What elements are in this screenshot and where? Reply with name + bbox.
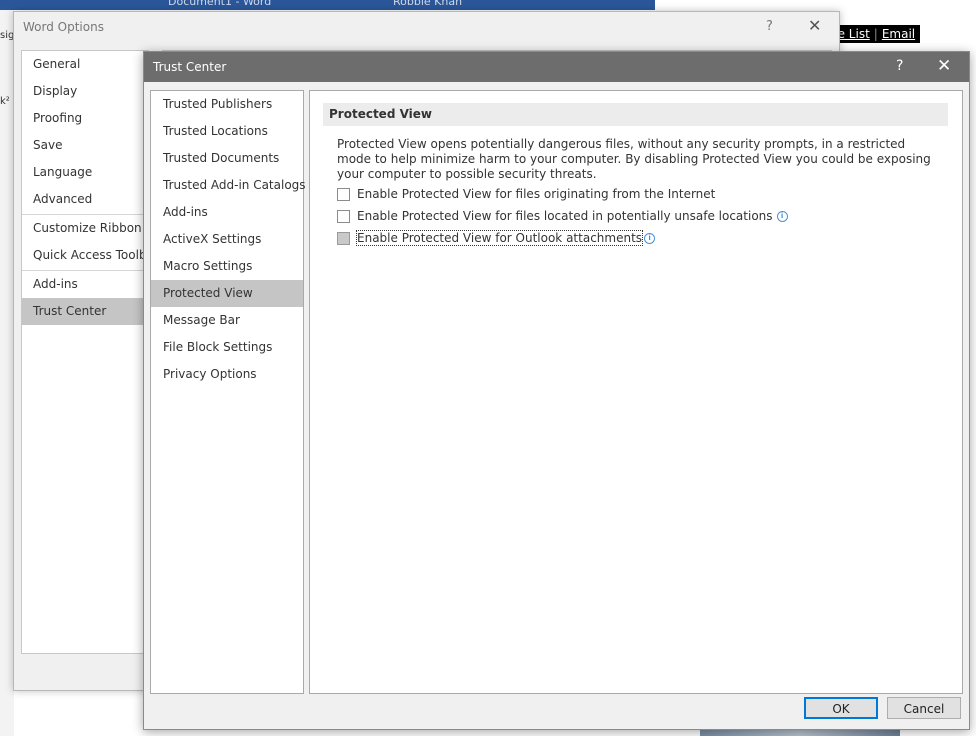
nav-item-quick-access-toolbar[interactable]: Quick Access Toolbar [22, 242, 148, 269]
outlook-attachments-checkbox[interactable] [337, 231, 350, 245]
nav-item-privacy-options[interactable]: Privacy Options [151, 361, 303, 388]
nav-item-trusted-locations[interactable]: Trusted Locations [151, 118, 303, 145]
ribbon-strip: sig k² [0, 10, 14, 736]
protected-view-panel: Protected View Protected View opens pote… [309, 90, 963, 694]
nav-item-save[interactable]: Save [22, 132, 148, 159]
dialog-title: Word Options [23, 20, 104, 34]
nav-item-trusted-documents[interactable]: Trusted Documents [151, 145, 303, 172]
nav-item-trusted-publishers[interactable]: Trusted Publishers [151, 91, 303, 118]
nav-item-add-ins[interactable]: Add-ins [151, 199, 303, 226]
unsafe-locations-checkbox[interactable] [337, 209, 350, 223]
user-name: Robbie Khan [393, 0, 463, 8]
option-unsafe-locations[interactable]: Enable Protected View for files located … [337, 208, 788, 224]
help-icon[interactable]: ? [766, 19, 773, 34]
nav-item-add-ins[interactable]: Add-ins [22, 271, 148, 298]
ok-button[interactable]: OK [804, 697, 878, 719]
trust-center-nav: Trusted Publishers Trusted Locations Tru… [150, 90, 306, 694]
option-label[interactable]: Enable Protected View for Outlook attach… [355, 230, 644, 246]
nav-item-customize-ribbon[interactable]: Customize Ribbon [22, 215, 148, 242]
cancel-button[interactable]: Cancel [887, 697, 961, 719]
dialog-title: Trust Center [153, 60, 227, 74]
option-label[interactable]: Enable Protected View for files located … [357, 209, 773, 223]
nav-item-display[interactable]: Display [22, 78, 148, 105]
section-description: Protected View opens potentially dangero… [337, 137, 931, 181]
help-icon[interactable]: ? [896, 58, 903, 74]
internet-files-checkbox[interactable] [337, 187, 350, 201]
section-title: Protected View [323, 103, 948, 126]
nav-item-proofing[interactable]: Proofing [22, 105, 148, 132]
word-titlebar: Document1 - Word Robbie Khan [0, 0, 655, 10]
nav-item-trusted-add-in-catalogs[interactable]: Trusted Add-in Catalogs [151, 172, 306, 199]
header-link-email[interactable]: Email [882, 27, 915, 41]
nav-item-activex-settings[interactable]: ActiveX Settings [151, 226, 303, 253]
word-title: Document1 - Word [168, 0, 272, 8]
close-icon[interactable]: ✕ [937, 56, 951, 76]
titlebar: Trust Center ? ✕ [144, 52, 969, 82]
nav-item-file-block-settings[interactable]: File Block Settings [151, 334, 303, 361]
info-icon[interactable]: i [644, 232, 656, 244]
nav-item-general[interactable]: General [22, 51, 148, 78]
nav-item-message-bar[interactable]: Message Bar [151, 307, 303, 334]
header-links: he List | Email [826, 25, 920, 43]
word-options-nav: General Display Proofing Save Language A… [21, 50, 149, 654]
nav-item-trust-center[interactable]: Trust Center [22, 298, 148, 325]
option-label[interactable]: Enable Protected View for files originat… [357, 187, 715, 201]
nav-item-protected-view[interactable]: Protected View [151, 280, 303, 307]
nav-item-language[interactable]: Language [22, 159, 148, 186]
trust-center-dialog: Trust Center ? ✕ Trusted Publishers Trus… [143, 51, 970, 730]
info-icon[interactable]: i [776, 210, 788, 222]
option-internet-files[interactable]: Enable Protected View for files originat… [337, 186, 715, 202]
ribbon-fragment: k² [0, 96, 10, 107]
option-outlook-attachments[interactable]: Enable Protected View for Outlook attach… [337, 230, 656, 246]
close-icon[interactable]: ✕ [808, 16, 821, 35]
nav-item-advanced[interactable]: Advanced [22, 186, 148, 213]
nav-item-macro-settings[interactable]: Macro Settings [151, 253, 303, 280]
